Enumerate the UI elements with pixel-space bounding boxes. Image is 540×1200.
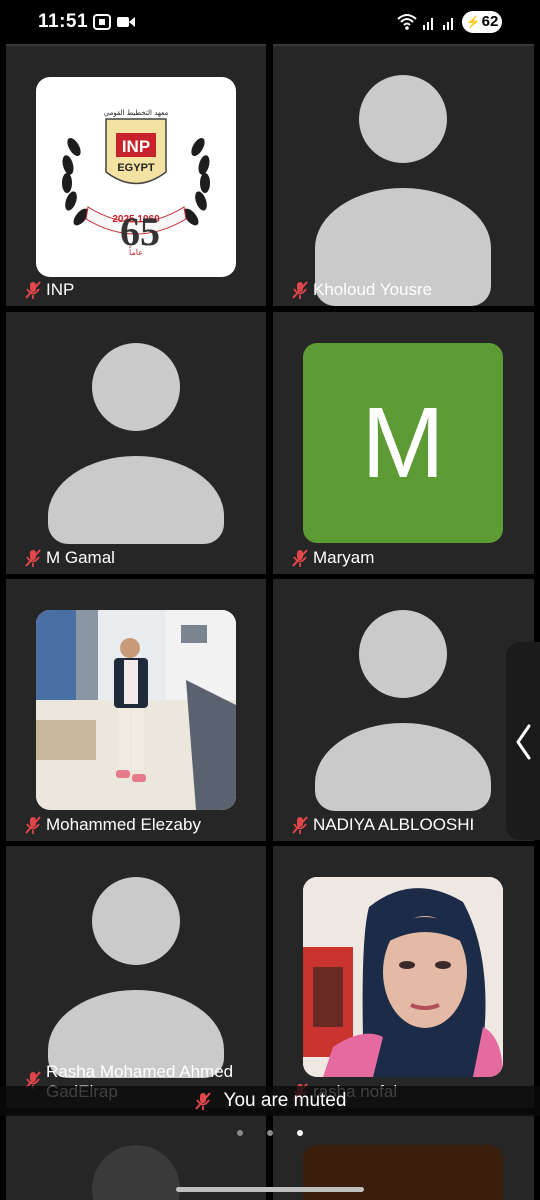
home-indicator[interactable]	[176, 1187, 364, 1192]
participant-name-row: INP	[24, 280, 74, 300]
participant-tile-nadiya-alblooshi[interactable]: NADIYA ALBLOOSHI	[273, 579, 534, 841]
participant-name: Maryam	[313, 548, 375, 567]
mic-muted-icon	[25, 816, 41, 834]
avatar-head	[92, 343, 180, 431]
participant-tile-kholoud-yousre[interactable]: Kholoud Yousre	[273, 44, 534, 306]
participant-name-row: NADIYA ALBLOOSHI	[291, 815, 474, 835]
mic-muted-icon	[25, 549, 41, 567]
side-panel-handle[interactable]	[506, 642, 540, 840]
wifi-icon	[397, 14, 417, 30]
participant-name-row: Mohammed Elezaby	[24, 815, 201, 835]
muted-banner: You are muted	[0, 1086, 540, 1116]
participant-name: M Gamal	[46, 548, 115, 567]
avatar-letter: M	[361, 386, 445, 499]
participant-name: Mohammed Elezaby	[46, 815, 201, 834]
page-dot-1[interactable]	[237, 1130, 243, 1136]
page-dot-2[interactable]	[267, 1130, 273, 1136]
avatar-body	[315, 723, 491, 811]
avatar-head	[359, 610, 447, 698]
logo-country-text: EGYPT	[117, 162, 155, 174]
battery-level: 62	[481, 13, 499, 30]
participant-name-row: Kholoud Yousre	[291, 280, 432, 300]
chevron-left-icon	[516, 724, 531, 760]
participant-tile-mohammed-elezaby[interactable]: Mohammed Elezaby	[6, 579, 266, 841]
participant-tile-rasha-mohamed[interactable]: Rasha Mohamed Ahmed GadElrap	[6, 846, 266, 1108]
video-camera-icon	[117, 17, 135, 27]
mic-muted-icon	[25, 281, 41, 299]
tile-divider	[273, 44, 534, 46]
logo-top-text: معهد التخطيط القومي	[104, 109, 169, 117]
avatar-head	[92, 877, 180, 965]
logo-badge-text: INP	[122, 137, 150, 156]
participant-tile-maryam[interactable]: M Maryam	[273, 312, 534, 574]
participant-tile-rasha-nofal[interactable]: rasha nofal	[273, 846, 534, 1108]
avatar-body	[48, 456, 224, 544]
screen-record-icon	[93, 14, 111, 30]
signal-icon-1	[423, 18, 433, 30]
participant-name: NADIYA ALBLOOSHI	[313, 815, 475, 834]
avatar-head	[359, 75, 447, 163]
participant-tile-m-gamal[interactable]: M Gamal	[6, 312, 266, 574]
inp-emblem-icon: INP EGYPT معهد التخطيط القومي 2025 1960 …	[62, 109, 210, 257]
tile-divider	[6, 44, 266, 46]
mic-muted-icon	[292, 281, 308, 299]
mic-muted-icon	[194, 1092, 211, 1110]
page-indicator	[0, 1130, 540, 1136]
person-photo-icon	[36, 610, 236, 810]
participant-tile-inp[interactable]: INP EGYPT معهد التخطيط القومي 2025 1960 …	[6, 44, 266, 306]
page-dot-3[interactable]	[297, 1130, 303, 1136]
participant-name: INP	[46, 280, 75, 299]
letter-avatar: M	[303, 343, 503, 543]
participant-name-row: Maryam	[291, 548, 374, 568]
avatar-head	[92, 1145, 180, 1200]
participant-photo	[303, 877, 503, 1077]
mic-muted-icon	[292, 549, 308, 567]
participant-name: Kholoud Yousre	[313, 280, 433, 299]
participant-name-row: M Gamal	[24, 548, 115, 568]
clock: 11:51	[38, 11, 89, 32]
person-photo-icon	[303, 877, 503, 1077]
status-bar: 11:51 ⚡62	[0, 0, 540, 44]
muted-banner-text: You are muted	[223, 1090, 347, 1111]
logo-anniversary-word: عاماً	[128, 246, 143, 257]
mic-muted-icon	[292, 816, 308, 834]
participant-photo	[36, 610, 236, 810]
inp-logo: INP EGYPT معهد التخطيط القومي 2025 1960 …	[36, 77, 236, 277]
battery-indicator: ⚡62	[462, 11, 502, 33]
signal-icon-2	[443, 18, 453, 30]
